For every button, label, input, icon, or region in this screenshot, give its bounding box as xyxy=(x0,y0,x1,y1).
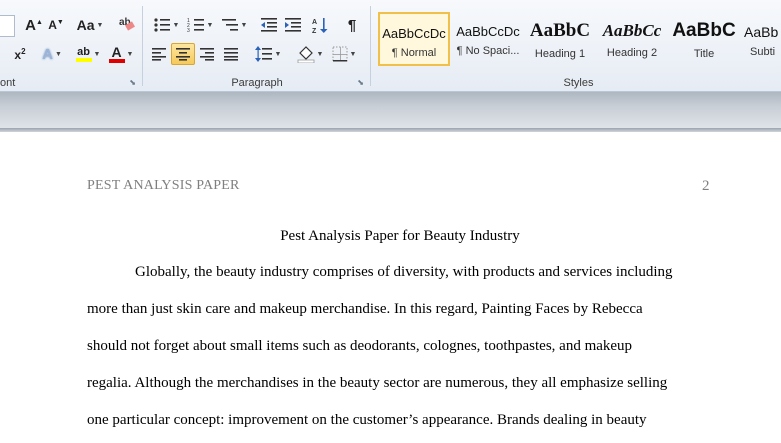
chevron-down-icon: ▼ xyxy=(126,50,134,58)
highlighter-icon: ab xyxy=(75,46,92,62)
align-left-button[interactable] xyxy=(148,44,170,64)
chevron-down-icon: ▼ xyxy=(172,21,180,29)
style-sample: AaBbC xyxy=(672,20,736,41)
grow-font-icon: A▲ xyxy=(25,16,43,34)
increase-indent-button[interactable] xyxy=(282,15,304,35)
page-header: PEST ANALYSIS PAPER xyxy=(87,178,240,193)
show-hide-formatting-button[interactable]: ¶ xyxy=(342,15,362,35)
align-left-icon xyxy=(152,48,166,61)
chevron-down-icon: ▼ xyxy=(240,21,248,29)
chevron-down-icon: ▼ xyxy=(274,50,282,58)
grow-font-button[interactable]: A▲ xyxy=(24,15,44,35)
borders-button[interactable]: ▼ xyxy=(328,44,360,64)
justify-icon xyxy=(224,48,238,61)
bullets-button[interactable]: ▼ xyxy=(150,15,182,35)
numbering-button[interactable]: 1 2 3 ▼ xyxy=(184,15,216,35)
paragraph-group: ▼ 1 2 3 ▼ ▼ AZ ¶ ▼ ▼ ▼ Paragraph ⬊ xyxy=(144,0,370,91)
sort-icon: AZ xyxy=(312,18,328,34)
style-name: ¶ No Spaci... xyxy=(456,45,520,57)
chevron-down-icon: ▼ xyxy=(54,50,62,58)
align-center-icon xyxy=(176,48,190,61)
svg-text:A: A xyxy=(312,19,317,26)
highlight-color-button[interactable]: ab ▼ xyxy=(72,44,104,64)
decrease-indent-icon xyxy=(261,18,277,32)
font-size-dropdown[interactable] xyxy=(0,15,15,37)
increase-indent-icon xyxy=(285,18,301,32)
style-name: Subti xyxy=(750,46,776,58)
line-spacing-button[interactable]: ▼ xyxy=(252,44,284,64)
pilcrow-icon: ¶ xyxy=(347,16,357,34)
style-sample: AaBbCcDc xyxy=(456,24,520,39)
styles-group-label: Styles xyxy=(563,77,594,89)
style-heading-1[interactable]: AaBbC Heading 1 xyxy=(524,12,596,66)
font-group: A▲ A▼ Aa ▼ ab x2 A ▼ ab ▼ A ▼ ont ⬊ xyxy=(0,0,142,91)
decrease-indent-button[interactable] xyxy=(258,15,280,35)
body-line: regalia. Although the merchandises in th… xyxy=(87,375,668,391)
chevron-down-icon: ▼ xyxy=(96,21,104,29)
style-no-spacing[interactable]: AaBbCcDc ¶ No Spaci... xyxy=(452,12,524,66)
document-background xyxy=(0,92,781,132)
change-case-icon: Aa xyxy=(76,17,95,33)
group-divider xyxy=(142,6,143,86)
document-title: Pest Analysis Paper for Beauty Industry xyxy=(280,228,520,244)
multilevel-list-button[interactable]: ▼ xyxy=(218,15,250,35)
style-sample: AaBbC xyxy=(529,20,591,41)
sort-button[interactable]: AZ xyxy=(310,15,332,35)
style-name: Title xyxy=(693,48,715,60)
style-sample: AaBbCcDc xyxy=(382,26,446,41)
style-name: Heading 1 xyxy=(534,48,586,60)
body-line: Globally, the beauty industry comprises … xyxy=(135,264,673,280)
style-subtitle[interactable]: AaBb Subti xyxy=(740,12,781,66)
chevron-down-icon: ▼ xyxy=(349,50,357,58)
styles-gallery: AaBbCcDc ¶ Normal AaBbCcDc ¶ No Spaci...… xyxy=(376,8,781,70)
bullets-icon xyxy=(153,18,170,32)
paragraph-dialog-launcher-icon[interactable]: ⬊ xyxy=(357,78,364,87)
superscript-icon: x2 xyxy=(14,46,26,62)
style-name: Heading 2 xyxy=(606,47,658,59)
shrink-font-button[interactable]: A▼ xyxy=(46,15,66,35)
body-line: should not forget about small items such… xyxy=(87,338,633,354)
numbering-icon: 123 xyxy=(187,18,204,33)
align-right-button[interactable] xyxy=(196,44,218,64)
style-sample: AaBb xyxy=(744,24,779,40)
style-normal[interactable]: AaBbCcDc ¶ Normal xyxy=(378,12,450,66)
text-effects-icon: A xyxy=(42,45,53,63)
superscript-button[interactable]: x2 xyxy=(10,44,30,64)
body-line: more than just skin care and makeup merc… xyxy=(87,301,643,317)
change-case-button[interactable]: Aa ▼ xyxy=(76,15,104,35)
font-color-button[interactable]: A ▼ xyxy=(106,44,136,64)
multilevel-list-icon xyxy=(221,19,238,31)
font-color-icon: A xyxy=(108,45,125,63)
ribbon: A▲ A▼ Aa ▼ ab x2 A ▼ ab ▼ A ▼ ont ⬊ ▼ 1 … xyxy=(0,0,781,92)
clear-formatting-button[interactable]: ab xyxy=(116,13,138,33)
body-line: one particular concept: improvement on t… xyxy=(87,412,647,428)
align-center-button[interactable] xyxy=(171,43,195,65)
borders-icon xyxy=(332,46,348,62)
shading-button[interactable]: ▼ xyxy=(294,44,326,64)
chevron-down-icon: ▼ xyxy=(206,21,214,29)
style-title[interactable]: AaBbC Title xyxy=(668,12,740,66)
style-heading-2[interactable]: AaBbCc Heading 2 xyxy=(596,12,668,66)
style-name: ¶ Normal xyxy=(391,47,437,59)
chevron-down-icon: ▼ xyxy=(93,50,101,58)
style-sample: AaBbCc xyxy=(602,21,662,40)
shrink-font-icon: A▼ xyxy=(48,18,64,32)
group-divider xyxy=(370,6,371,86)
font-group-label: ont xyxy=(0,77,16,89)
font-dialog-launcher-icon[interactable]: ⬊ xyxy=(129,78,136,87)
clear-formatting-icon: ab xyxy=(119,17,135,31)
paint-bucket-icon xyxy=(297,46,314,63)
svg-text:Z: Z xyxy=(312,28,317,34)
page-number: 2 xyxy=(702,178,710,194)
chevron-down-icon: ▼ xyxy=(316,50,324,58)
justify-button[interactable] xyxy=(220,44,242,64)
svg-text:3: 3 xyxy=(187,28,190,33)
align-right-icon xyxy=(200,48,214,61)
paragraph-group-label: Paragraph xyxy=(231,77,283,89)
text-effects-button[interactable]: A ▼ xyxy=(38,44,66,64)
line-spacing-icon xyxy=(254,46,272,62)
